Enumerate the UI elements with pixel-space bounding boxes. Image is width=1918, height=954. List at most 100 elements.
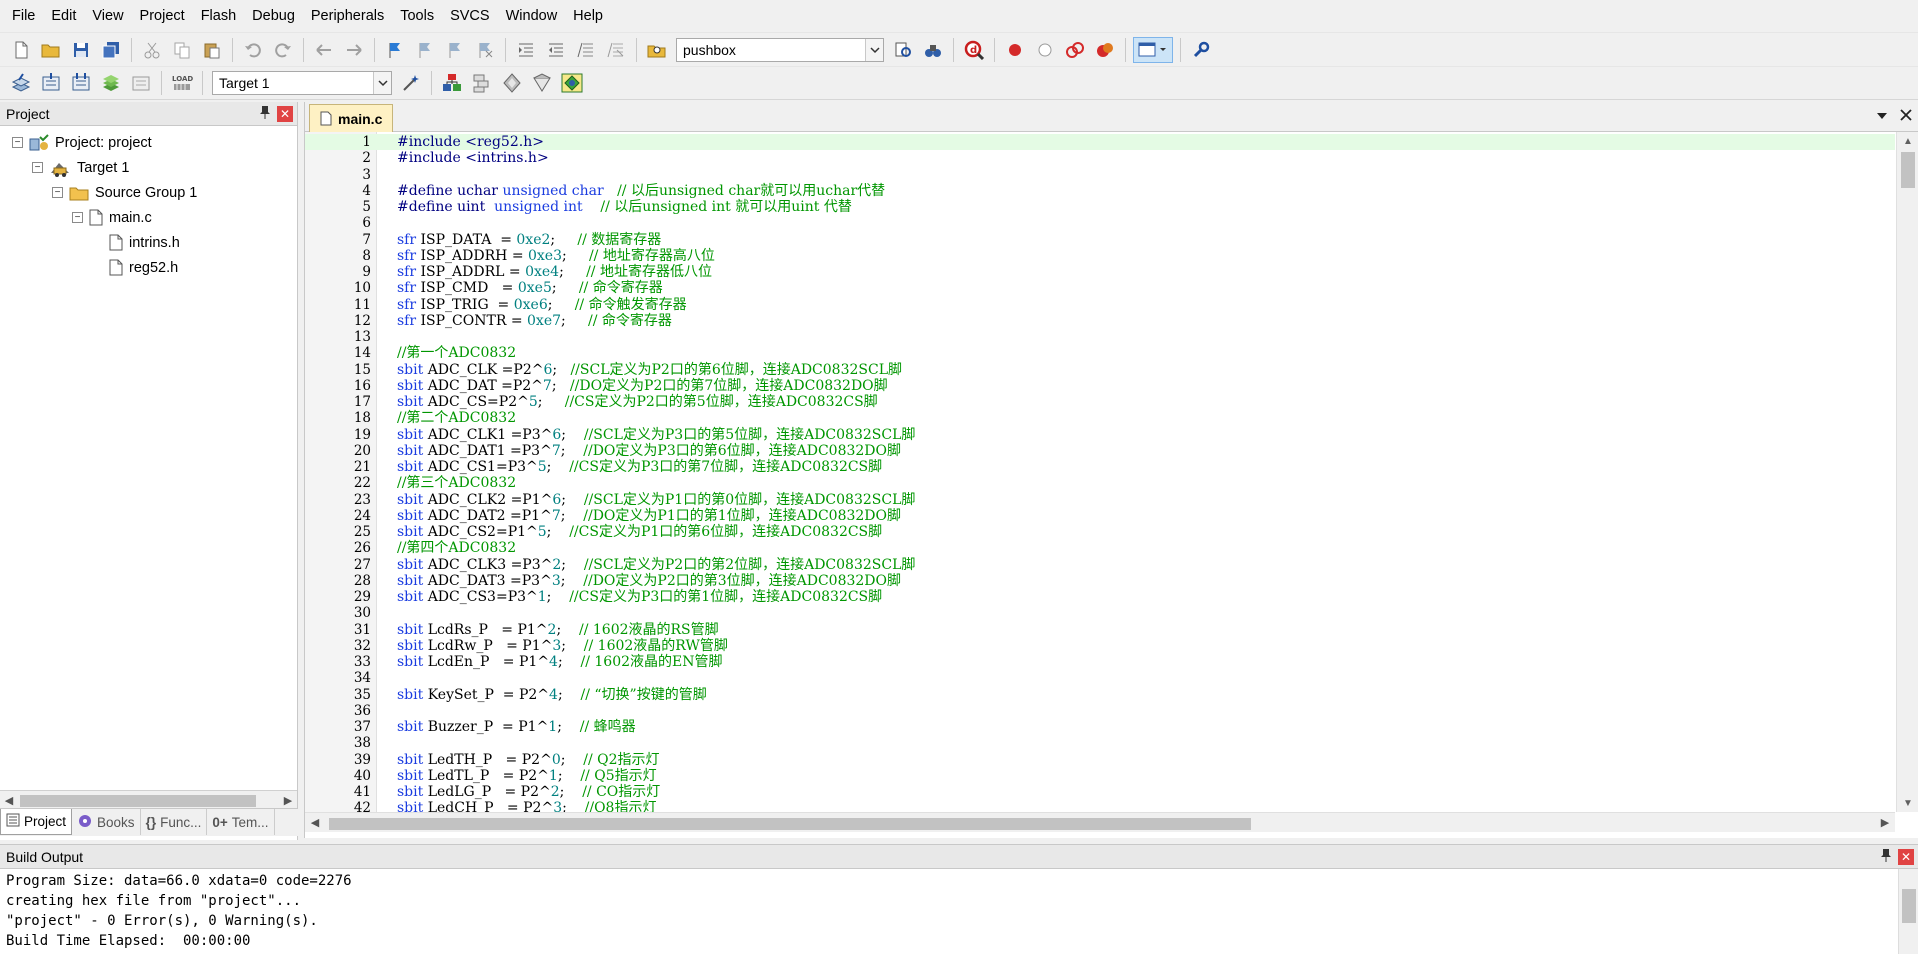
code-line[interactable]: 2 #include <intrins.h> <box>305 150 1895 166</box>
collapse-toggle-icon[interactable]: − <box>72 212 83 223</box>
scroll-track[interactable] <box>325 815 1875 831</box>
pin-icon[interactable] <box>259 105 271 122</box>
collapse-toggle-icon[interactable]: − <box>32 162 43 173</box>
menu-debug[interactable]: Debug <box>244 2 303 30</box>
menu-tools[interactable]: Tools <box>392 2 442 30</box>
scroll-left-icon[interactable]: ◀ <box>0 792 18 810</box>
disable-all-breakpoints-button[interactable] <box>1062 37 1088 63</box>
insert-bookmark-button[interactable] <box>382 37 408 63</box>
next-bookmark-button[interactable] <box>442 37 468 63</box>
clear-bookmarks-button[interactable] <box>472 37 498 63</box>
code-line[interactable]: 14 //第一个ADC0832 <box>305 345 1895 361</box>
code-line[interactable]: 8 sfr ISP_ADDRH = 0xe3; // 地址寄存器高八位 <box>305 248 1895 264</box>
code-line[interactable]: 24 sbit ADC_DAT2 =P1^7; //DO定义为P1口的第1位脚，连… <box>305 508 1895 524</box>
build-button[interactable] <box>38 70 64 96</box>
code-line[interactable]: 33 sbit LcdEn_P = P1^4; // 1602液晶的EN管脚 <box>305 654 1895 670</box>
code-line[interactable]: 27 sbit ADC_CLK3 =P3^2; //SCL定义为P2口的第2位脚，… <box>305 557 1895 573</box>
code-line[interactable]: 1 #include <reg52.h> <box>305 134 1895 151</box>
paste-button[interactable] <box>199 37 225 63</box>
scroll-thumb[interactable] <box>1902 889 1916 923</box>
close-icon[interactable]: ✕ <box>277 105 293 122</box>
scroll-up-icon[interactable]: ▲ <box>1897 132 1918 150</box>
tree-item-project-project[interactable]: − Project: project <box>0 130 297 155</box>
unindent-button[interactable] <box>543 37 569 63</box>
menu-edit[interactable]: Edit <box>43 2 84 30</box>
tree-item-source-group-1[interactable]: − Source Group 1 <box>0 180 297 205</box>
undo-button[interactable] <box>240 37 266 63</box>
target-options-button[interactable] <box>398 70 424 96</box>
tree-item-intrins-h[interactable]: intrins.h <box>0 230 297 255</box>
find-combo[interactable]: pushbox <box>676 37 884 62</box>
scroll-thumb[interactable] <box>1901 152 1915 188</box>
rebuild-button[interactable] <box>68 70 94 96</box>
manage-multi-project-button[interactable] <box>469 70 495 96</box>
editor-vertical-scrollbar[interactable]: ▲ ▼ <box>1896 132 1918 812</box>
navigate-back-button[interactable] <box>311 37 337 63</box>
tab-project[interactable]: Project <box>0 809 73 835</box>
cut-button[interactable] <box>139 37 165 63</box>
code-line[interactable]: 31 sbit LcdRs_P = P1^2; // 1602液晶的RS管脚 <box>305 622 1895 638</box>
code-line[interactable]: 32 sbit LcdRw_P = P1^3; // 1602液晶的RW管脚 <box>305 638 1895 654</box>
code-line[interactable]: 39 sbit LedTH_P = P2^0; // Q2指示灯 <box>305 752 1895 768</box>
target-combo[interactable]: Target 1 <box>212 71 392 95</box>
configure-button[interactable] <box>1188 37 1214 63</box>
start-debug-button[interactable]: d <box>961 37 987 63</box>
code-line[interactable]: 17 sbit ADC_CS=P2^5; //CS定义为P2口的第5位脚，连接AD… <box>305 394 1895 410</box>
code-line[interactable]: 22 //第三个ADC0832 <box>305 475 1895 491</box>
scroll-thumb[interactable] <box>20 794 256 807</box>
window-layout-button[interactable] <box>1133 36 1173 63</box>
collapse-toggle-icon[interactable]: − <box>12 137 23 148</box>
disable-breakpoint-button[interactable] <box>1032 37 1058 63</box>
build-vertical-scrollbar[interactable] <box>1898 869 1918 954</box>
build-output-text[interactable]: Program Size: data=66.0 xdata=0 code=227… <box>0 869 1918 953</box>
prev-bookmark-button[interactable] <box>412 37 438 63</box>
tree-item-target-1[interactable]: − Target 1 <box>0 155 297 180</box>
code-line[interactable]: 15 sbit ADC_CLK =P2^6; //SCL定义为P2口的第6位脚，连… <box>305 362 1895 378</box>
editor-horizontal-scrollbar[interactable]: ◀ ▶ <box>305 812 1895 832</box>
code-line[interactable]: 35 sbit KeySet_P = P2^4; // “切换”按键的管脚 <box>305 687 1895 703</box>
scroll-track[interactable] <box>18 793 279 809</box>
code-line[interactable]: 37 sbit Buzzer_P = P1^1; // 蜂鸣器 <box>305 719 1895 735</box>
incremental-find-button[interactable] <box>890 37 916 63</box>
code-line[interactable]: 29 sbit ADC_CS3=P3^1; //CS定义为P3口的第1位脚，连接A… <box>305 589 1895 605</box>
tab-books[interactable]: Books <box>72 809 141 835</box>
find-in-files-button[interactable] <box>644 37 670 63</box>
kill-all-breakpoints-button[interactable] <box>1092 37 1118 63</box>
batch-build-button[interactable] <box>98 70 124 96</box>
indent-button[interactable] <box>513 37 539 63</box>
download-button[interactable]: LOAD <box>169 70 195 96</box>
code-line[interactable]: 38 <box>305 735 1895 751</box>
copy-button[interactable] <box>169 37 195 63</box>
tab-func[interactable]: {} Func... <box>141 809 208 835</box>
scroll-right-icon[interactable]: ▶ <box>279 792 297 810</box>
manage-run-time-button[interactable] <box>529 70 555 96</box>
pack-installer-button[interactable] <box>559 70 585 96</box>
code-line[interactable]: 13 <box>305 329 1895 345</box>
uncomment-selection-button[interactable] <box>603 37 629 63</box>
code-line[interactable]: 23 sbit ADC_CLK2 =P1^6; //SCL定义为P1口的第0位脚，… <box>305 492 1895 508</box>
code-line[interactable]: 18 //第二个ADC0832 <box>305 410 1895 426</box>
manage-project-items-button[interactable] <box>439 70 465 96</box>
tab-list-chevron-icon[interactable] <box>1876 108 1888 124</box>
comment-selection-button[interactable] <box>573 37 599 63</box>
scroll-thumb[interactable] <box>329 817 1251 830</box>
tree-item-reg52-h[interactable]: reg52.h <box>0 255 297 280</box>
save-button[interactable] <box>68 37 94 63</box>
menu-file[interactable]: File <box>4 2 43 30</box>
menu-window[interactable]: Window <box>498 2 566 30</box>
code-line[interactable]: 11 sfr ISP_TRIG = 0xe6; // 命令触发寄存器 <box>305 297 1895 313</box>
code-line[interactable]: 6 <box>305 215 1895 231</box>
code-line[interactable]: 16 sbit ADC_DAT =P2^7; //DO定义为P2口的第7位脚，连接… <box>305 378 1895 394</box>
scroll-right-icon[interactable]: ▶ <box>1875 814 1895 832</box>
chevron-down-icon[interactable] <box>373 72 391 94</box>
code-line[interactable]: 40 sbit LedTL_P = P2^1; // Q5指示灯 <box>305 768 1895 784</box>
menu-project[interactable]: Project <box>132 2 193 30</box>
code-line[interactable]: 26 //第四个ADC0832 <box>305 540 1895 556</box>
code-line[interactable]: 7 sfr ISP_DATA = 0xe2; // 数据寄存器 <box>305 232 1895 248</box>
tree-item-main-c[interactable]: − main.c <box>0 205 297 230</box>
code-line[interactable]: 25 sbit ADC_CS2=P1^5; //CS定义为P1口的第6位脚，连接A… <box>305 524 1895 540</box>
code-line[interactable]: 34 <box>305 670 1895 686</box>
menu-flash[interactable]: Flash <box>193 2 244 30</box>
scroll-down-icon[interactable]: ▼ <box>1897 794 1918 812</box>
code-line[interactable]: 12 sfr ISP_CONTR = 0xe7; // 命令寄存器 <box>305 313 1895 329</box>
